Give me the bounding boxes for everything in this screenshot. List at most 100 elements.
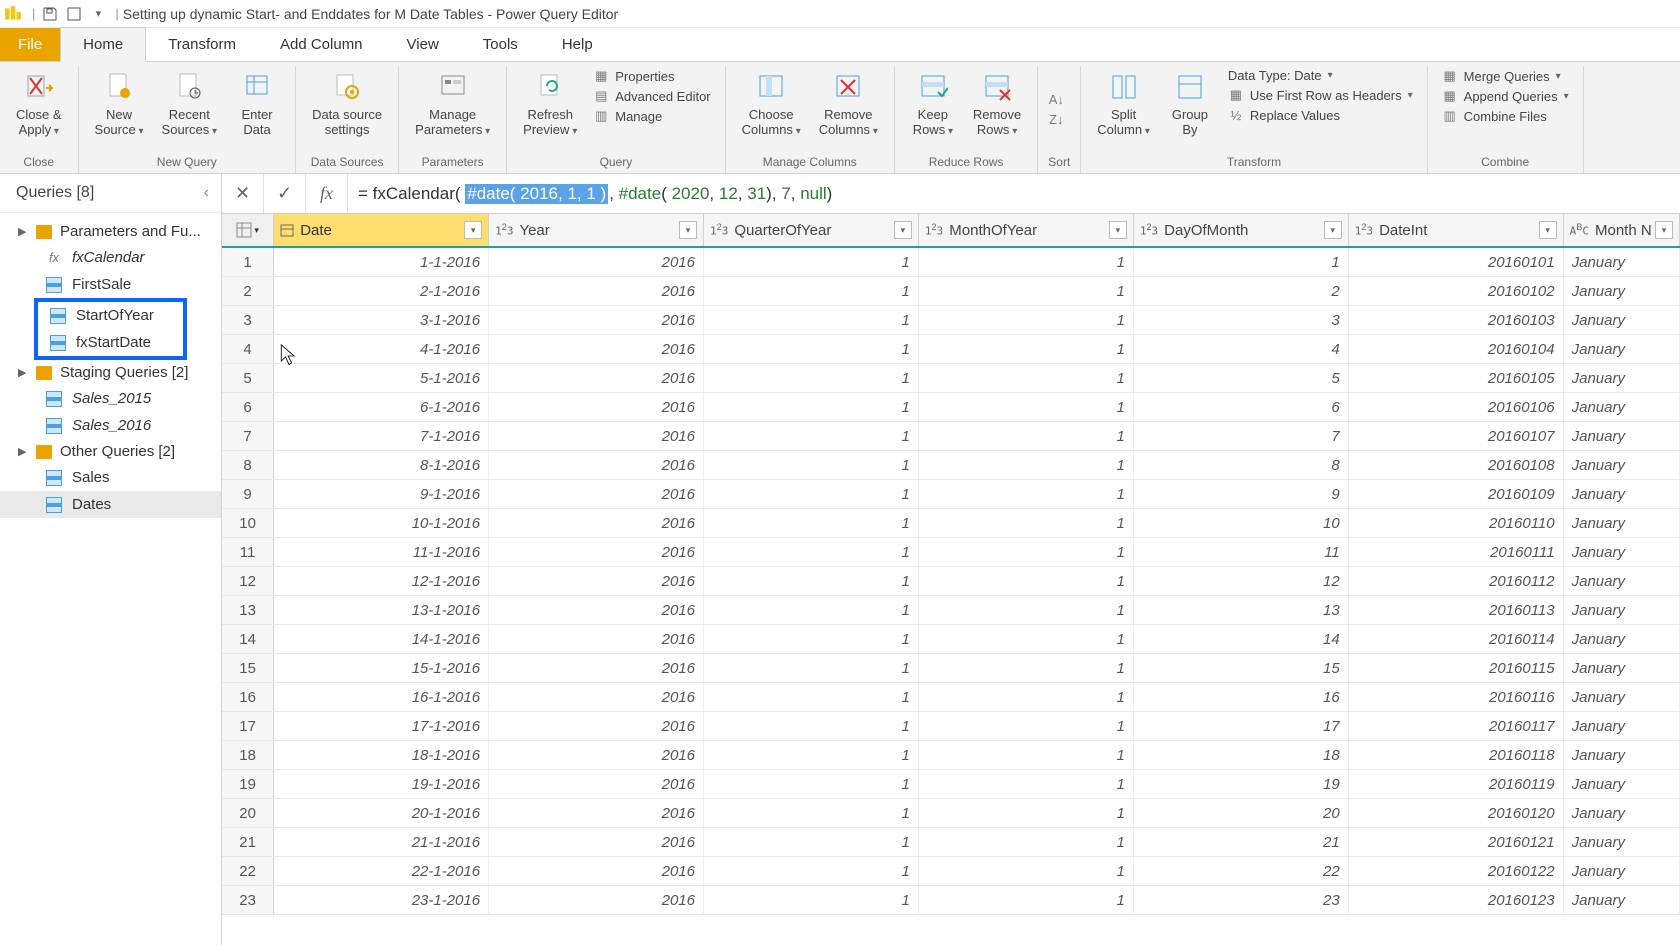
table-row[interactable]: 77-1-2016201611720160107January [222,422,1680,451]
query-item-sales[interactable]: Sales [0,464,221,491]
cell-dateint[interactable]: 20160116 [1349,683,1564,711]
cell-dayofmonth[interactable]: 21 [1134,828,1349,856]
cell-quarterofyear[interactable]: 1 [704,683,919,711]
table-row[interactable]: 1616-1-20162016111620160116January [222,683,1680,712]
cell-year[interactable]: 2016 [489,828,704,856]
cell-monthofyear[interactable]: 1 [919,509,1134,537]
cell-quarterofyear[interactable]: 1 [704,799,919,827]
cell-quarterofyear[interactable]: 1 [704,596,919,624]
cell-dayofmonth[interactable]: 17 [1134,712,1349,740]
cell-dateint[interactable]: 20160111 [1349,538,1564,566]
cell-monthofyear[interactable]: 1 [919,538,1134,566]
cell-quarterofyear[interactable]: 1 [704,770,919,798]
row-number[interactable]: 1 [222,248,274,276]
table-row[interactable]: 1111-1-20162016111120160111January [222,538,1680,567]
column-header-monthofyear[interactable]: 123MonthOfYear▾ [919,214,1134,246]
cell-year[interactable]: 2016 [489,741,704,769]
recent-sources-button[interactable]: Recent Sources [156,66,224,142]
quick-access-button[interactable] [63,3,85,25]
cell-monthofyear[interactable]: 1 [919,828,1134,856]
cell-date[interactable]: 15-1-2016 [274,654,489,682]
table-row[interactable]: 2020-1-20162016112020160120January [222,799,1680,828]
cell-monthname[interactable]: January [1564,741,1680,769]
column-header-quarterofyear[interactable]: 123QuarterOfYear▾ [704,214,919,246]
formula-cancel-button[interactable]: ✕ [222,174,264,213]
sort-desc-button[interactable]: Z↓ [1048,112,1064,128]
row-number[interactable]: 10 [222,509,274,537]
cell-dayofmonth[interactable]: 10 [1134,509,1349,537]
first-row-headers-button[interactable]: ▦Use First Row as Headers▾ [1228,87,1413,103]
cell-dayofmonth[interactable]: 15 [1134,654,1349,682]
collapse-queries-icon[interactable]: ‹ [204,184,209,202]
cell-year[interactable]: 2016 [489,770,704,798]
row-number[interactable]: 16 [222,683,274,711]
cell-dateint[interactable]: 20160113 [1349,596,1564,624]
cell-quarterofyear[interactable]: 1 [704,277,919,305]
replace-values-button[interactable]: ½Replace Values [1228,107,1413,123]
cell-dateint[interactable]: 20160115 [1349,654,1564,682]
cell-monthname[interactable]: January [1564,248,1680,276]
cell-quarterofyear[interactable]: 1 [704,451,919,479]
cell-monthname[interactable]: January [1564,538,1680,566]
cell-year[interactable]: 2016 [489,538,704,566]
row-number[interactable]: 21 [222,828,274,856]
cell-dateint[interactable]: 20160117 [1349,712,1564,740]
cell-date[interactable]: 4-1-2016 [274,335,489,363]
cell-monthname[interactable]: January [1564,828,1680,856]
tab-view[interactable]: View [385,28,461,61]
cell-monthofyear[interactable]: 1 [919,654,1134,682]
cell-dateint[interactable]: 20160106 [1349,393,1564,421]
cell-monthname[interactable]: January [1564,364,1680,392]
tab-home[interactable]: Home [60,27,146,62]
table-row[interactable]: 1515-1-20162016111520160115January [222,654,1680,683]
cell-monthofyear[interactable]: 1 [919,277,1134,305]
cell-dateint[interactable]: 20160102 [1349,277,1564,305]
cell-monthname[interactable]: January [1564,654,1680,682]
cell-monthofyear[interactable]: 1 [919,306,1134,334]
enter-data-button[interactable]: Enter Data [229,66,285,142]
table-row[interactable]: 55-1-2016201611520160105January [222,364,1680,393]
cell-year[interactable]: 2016 [489,886,704,914]
cell-monthofyear[interactable]: 1 [919,625,1134,653]
cell-date[interactable]: 14-1-2016 [274,625,489,653]
cell-dayofmonth[interactable]: 22 [1134,857,1349,885]
table-row[interactable]: 44-1-2016201611420160104January [222,335,1680,364]
cell-dateint[interactable]: 20160108 [1349,451,1564,479]
cell-monthname[interactable]: January [1564,596,1680,624]
cell-quarterofyear[interactable]: 1 [704,364,919,392]
table-row[interactable]: 1414-1-20162016111420160114January [222,625,1680,654]
cell-dayofmonth[interactable]: 18 [1134,741,1349,769]
cell-monthofyear[interactable]: 1 [919,770,1134,798]
cell-monthname[interactable]: January [1564,567,1680,595]
row-number[interactable]: 7 [222,422,274,450]
cell-year[interactable]: 2016 [489,393,704,421]
row-number[interactable]: 20 [222,799,274,827]
choose-columns-button[interactable]: Choose Columns [736,66,807,142]
cell-dateint[interactable]: 20160105 [1349,364,1564,392]
table-row[interactable]: 11-1-2016201611120160101January [222,248,1680,277]
cell-dateint[interactable]: 20160112 [1349,567,1564,595]
row-number[interactable]: 12 [222,567,274,595]
cell-quarterofyear[interactable]: 1 [704,741,919,769]
close-apply-button[interactable]: Close & Apply [10,66,68,142]
tab-help[interactable]: Help [540,28,615,61]
cell-date[interactable]: 3-1-2016 [274,306,489,334]
cell-dayofmonth[interactable]: 7 [1134,422,1349,450]
cell-dateint[interactable]: 20160118 [1349,741,1564,769]
table-row[interactable]: 1717-1-20162016111720160117January [222,712,1680,741]
cell-date[interactable]: 16-1-2016 [274,683,489,711]
cell-dayofmonth[interactable]: 13 [1134,596,1349,624]
cell-monthofyear[interactable]: 1 [919,567,1134,595]
cell-dateint[interactable]: 20160104 [1349,335,1564,363]
properties-button[interactable]: ▦Properties [593,68,710,84]
cell-quarterofyear[interactable]: 1 [704,248,919,276]
cell-monthname[interactable]: January [1564,886,1680,914]
table-row[interactable]: 99-1-2016201611920160109January [222,480,1680,509]
cell-quarterofyear[interactable]: 1 [704,422,919,450]
cell-quarterofyear[interactable]: 1 [704,509,919,537]
row-number[interactable]: 2 [222,277,274,305]
cell-year[interactable]: 2016 [489,248,704,276]
row-number[interactable]: 23 [222,886,274,914]
cell-monthofyear[interactable]: 1 [919,683,1134,711]
row-number[interactable]: 5 [222,364,274,392]
